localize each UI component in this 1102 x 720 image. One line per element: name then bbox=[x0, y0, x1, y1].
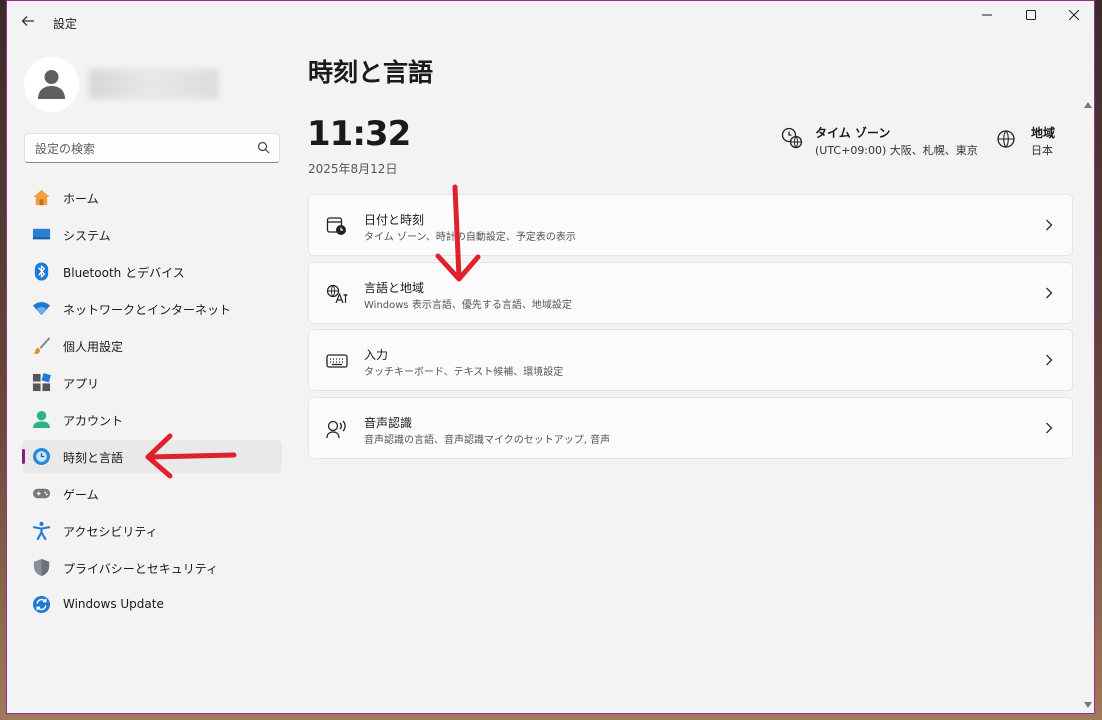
card-title: 音声認識 bbox=[364, 416, 413, 430]
card-subtitle: Windows 表示言語、優先する言語、地域設定 bbox=[364, 300, 572, 311]
back-arrow-icon bbox=[21, 16, 34, 26]
speech-icon bbox=[326, 420, 346, 439]
sidebar-item-label: ネットワークとインターネット bbox=[63, 303, 232, 317]
chevron-right-icon bbox=[1046, 354, 1053, 366]
sidebar-item-label: システム bbox=[63, 229, 111, 243]
card-subtitle: タイム ゾーン、時計の自動設定、予定表の表示 bbox=[364, 232, 576, 243]
globe-icon bbox=[997, 130, 1015, 148]
sidebar-item-label: Windows Update bbox=[63, 597, 164, 611]
sidebar-item-label: アカウント bbox=[63, 414, 124, 428]
timezone-value: (UTC+09:00) 大阪、札幌、東京 bbox=[815, 144, 978, 157]
current-time: 11:32 bbox=[307, 114, 411, 154]
sidebar-item-label: Bluetooth とデバイス bbox=[63, 266, 185, 280]
settings-window: 設定 ホーム システム Bluetooth とデバイス bbox=[6, 0, 1095, 714]
sidebar-item-privacy[interactable]: プライバシーとセキュリティ bbox=[22, 551, 282, 584]
page-title: 時刻と言語 bbox=[308, 58, 434, 87]
window-title: 設定 bbox=[53, 17, 78, 31]
close-button[interactable] bbox=[1051, 7, 1097, 27]
card-date-time[interactable]: 日付と時刻 タイム ゾーン、時計の自動設定、予定表の表示 bbox=[308, 194, 1073, 256]
scroll-up-arrow-icon[interactable] bbox=[1084, 101, 1092, 109]
shield-icon bbox=[33, 558, 50, 577]
search-icon[interactable] bbox=[257, 141, 270, 154]
sidebar-item-label: 時刻と言語 bbox=[63, 451, 124, 465]
selection-indicator bbox=[22, 449, 25, 464]
sidebar-item-label: ゲーム bbox=[63, 488, 99, 502]
sidebar-item-label: アプリ bbox=[63, 377, 100, 391]
wifi-icon bbox=[32, 302, 51, 316]
keyboard-icon bbox=[326, 354, 348, 368]
current-date: 2025年8月12日 bbox=[308, 162, 398, 176]
card-typing[interactable]: 入力 タッチキーボード、テキスト候補、環境設定 bbox=[308, 329, 1073, 391]
minimize-icon bbox=[982, 14, 992, 16]
card-title: 日付と時刻 bbox=[364, 213, 425, 227]
title-bar: 設定 bbox=[7, 1, 1094, 45]
sidebar-item-label: ホーム bbox=[63, 192, 99, 206]
sidebar-item-bluetooth[interactable]: Bluetooth とデバイス bbox=[22, 255, 282, 288]
time-language-icon bbox=[32, 447, 51, 466]
sidebar-item-apps[interactable]: アプリ bbox=[22, 366, 282, 399]
update-icon bbox=[32, 595, 51, 614]
sidebar-item-label: 個人用設定 bbox=[63, 340, 124, 354]
sidebar-item-accessibility[interactable]: アクセシビリティ bbox=[22, 514, 282, 547]
system-icon bbox=[32, 228, 51, 240]
user-icon bbox=[38, 70, 65, 99]
sidebar-item-system[interactable]: システム bbox=[22, 218, 282, 251]
sidebar-item-gaming[interactable]: ゲーム bbox=[22, 477, 282, 510]
sidebar-item-home[interactable]: ホーム bbox=[22, 181, 282, 214]
chevron-right-icon bbox=[1046, 219, 1053, 231]
maximize-button[interactable] bbox=[1008, 7, 1054, 27]
card-subtitle: タッチキーボード、テキスト候補、環境設定 bbox=[364, 367, 564, 378]
card-title: 言語と地域 bbox=[364, 281, 425, 295]
sidebar-item-network[interactable]: ネットワークとインターネット bbox=[22, 292, 282, 325]
close-icon bbox=[1068, 9, 1080, 21]
apps-icon bbox=[32, 373, 51, 392]
timezone-label: タイム ゾーン bbox=[815, 126, 891, 140]
scroll-down-arrow-icon[interactable] bbox=[1084, 701, 1092, 709]
language-icon bbox=[326, 284, 348, 304]
accessibility-icon bbox=[32, 521, 51, 540]
sidebar-item-personalization[interactable]: 個人用設定 bbox=[22, 329, 282, 362]
sidebar-item-label: アクセシビリティ bbox=[63, 525, 158, 539]
chevron-right-icon bbox=[1046, 287, 1053, 299]
calendar-clock-icon bbox=[326, 217, 346, 235]
avatar[interactable] bbox=[24, 57, 79, 112]
card-speech[interactable]: 音声認識 音声認識の言語、音声認識マイクのセットアップ, 音声 bbox=[308, 397, 1073, 459]
sidebar-item-label: プライバシーとセキュリティ bbox=[63, 562, 219, 576]
chevron-right-icon bbox=[1046, 422, 1053, 434]
region-label: 地域 bbox=[1031, 126, 1056, 140]
timezone-icon bbox=[781, 127, 803, 149]
card-subtitle: 音声認識の言語、音声認識マイクのセットアップ, 音声 bbox=[364, 435, 611, 446]
brush-icon bbox=[32, 336, 51, 354]
card-language-region[interactable]: 言語と地域 Windows 表示言語、優先する言語、地域設定 bbox=[308, 262, 1073, 324]
username-redacted bbox=[89, 69, 219, 99]
search-input[interactable] bbox=[33, 139, 247, 159]
account-icon bbox=[32, 410, 51, 429]
maximize-icon bbox=[1026, 10, 1036, 20]
back-button[interactable] bbox=[21, 13, 41, 33]
search-box[interactable] bbox=[24, 133, 280, 163]
bluetooth-icon bbox=[34, 262, 49, 281]
card-title: 入力 bbox=[364, 348, 389, 362]
home-icon bbox=[33, 189, 50, 206]
region-value: 日本 bbox=[1031, 144, 1053, 157]
gamepad-icon bbox=[32, 488, 51, 499]
sidebar-nav: ホーム システム Bluetooth とデバイス ネットワークとインターネット … bbox=[22, 181, 282, 625]
sidebar-item-windows-update[interactable]: Windows Update bbox=[22, 588, 282, 621]
sidebar-item-time-language[interactable]: 時刻と言語 bbox=[22, 440, 282, 473]
minimize-button[interactable] bbox=[964, 7, 1010, 27]
sidebar-item-accounts[interactable]: アカウント bbox=[22, 403, 282, 436]
